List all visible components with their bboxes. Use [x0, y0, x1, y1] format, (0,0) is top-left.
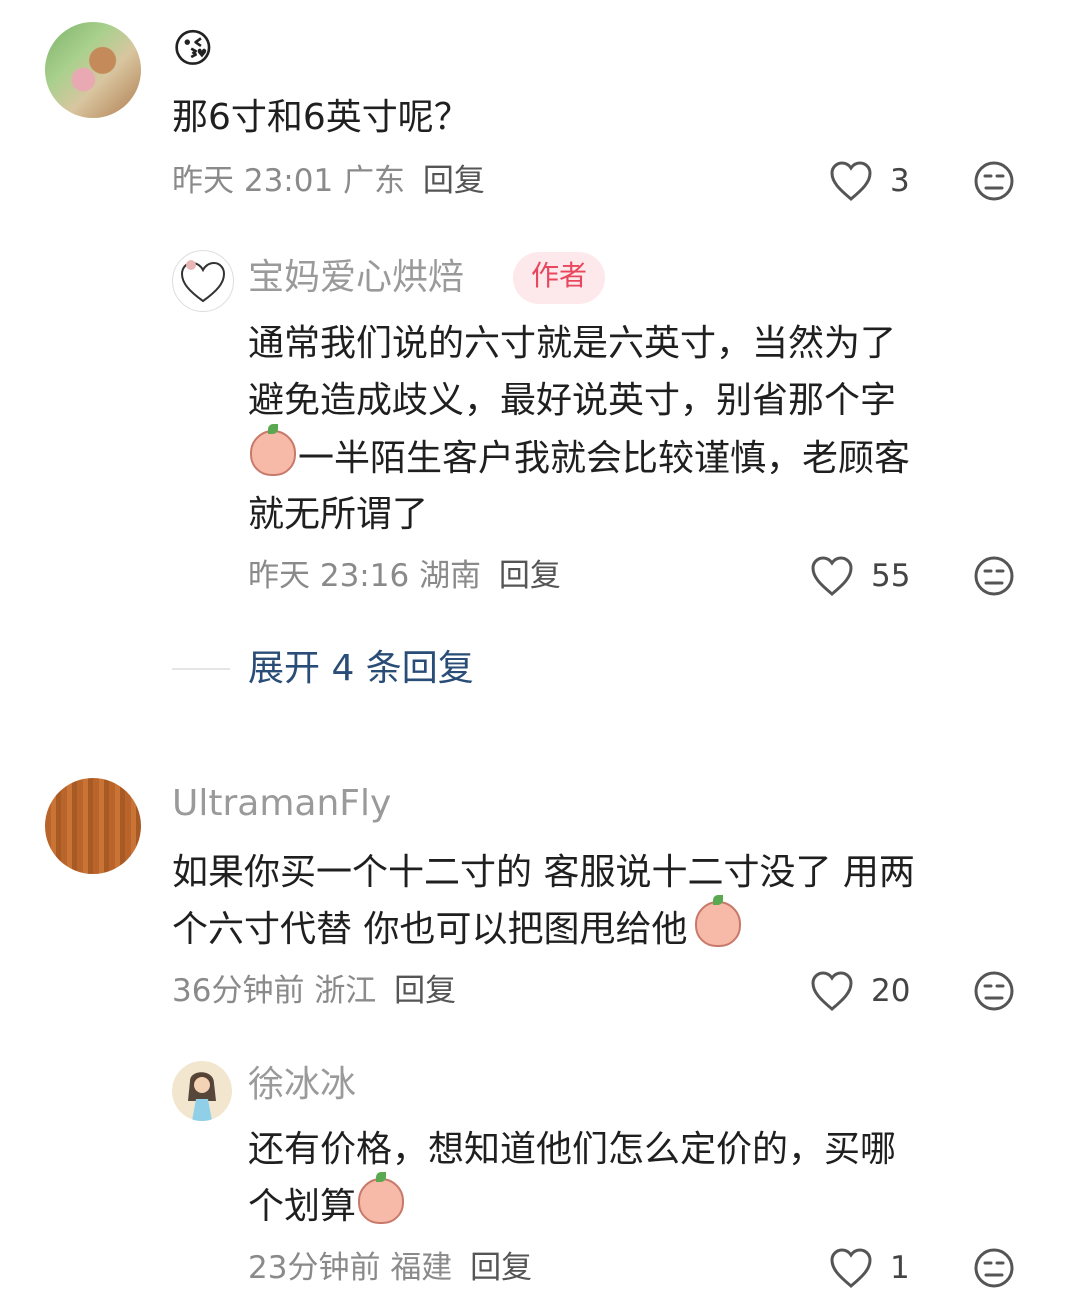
like-count: 1	[890, 1250, 910, 1286]
reply-button[interactable]: 回复	[470, 1250, 532, 1286]
dislike-button[interactable]	[973, 555, 1015, 597]
neutral-face-icon	[973, 970, 1015, 1012]
comment-text-line: 如果你买一个十二寸的 客服说十二寸没了 用两	[172, 852, 915, 893]
comment-location: 湖南	[419, 558, 482, 594]
comment-location: 福建	[390, 1250, 453, 1286]
reply-text-line: 还有价格，想知道他们怎么定价的，买哪	[248, 1129, 897, 1170]
peach-emoji-icon	[695, 895, 742, 947]
peach-emoji-icon	[358, 1172, 405, 1224]
dislike-button[interactable]	[973, 970, 1015, 1012]
comment-meta: 昨天 23:16 湖南 回复	[248, 556, 561, 596]
like-count: 55	[871, 558, 911, 594]
neutral-face-icon	[973, 555, 1015, 597]
reply-button[interactable]: 回复	[499, 558, 561, 594]
comment-meta: 昨天 23:01 广东 回复	[172, 161, 485, 201]
comment-meta: 36分钟前 浙江 回复	[172, 971, 456, 1011]
comment-time: 23分钟前	[248, 1250, 381, 1286]
peach-emoji-icon	[250, 424, 296, 476]
heart-outline-icon	[810, 970, 854, 1012]
comment-text: 那6寸和6英寸呢？	[172, 97, 470, 138]
dislike-button[interactable]	[973, 160, 1015, 202]
reply-username[interactable]: 徐冰冰	[248, 1063, 356, 1107]
comment-time: 昨天 23:01	[172, 163, 334, 199]
like-button[interactable]	[810, 555, 854, 597]
reply-username[interactable]: 宝妈爱心烘焙	[248, 256, 464, 300]
heart-outline-icon	[829, 160, 873, 202]
comment-time: 昨天 23:16	[248, 558, 410, 594]
dislike-button[interactable]	[973, 1247, 1015, 1289]
divider	[172, 668, 230, 670]
reply-text-line: 一半陌生客户我就会比较谨慎，老顾客	[248, 424, 910, 487]
comment-username[interactable]: UltramanFly	[172, 782, 391, 826]
comment-text-line: 个六寸代替 你也可以把图甩给他	[172, 895, 743, 958]
author-badge: 作者	[513, 252, 606, 304]
comment-location: 广东	[343, 163, 406, 199]
expand-replies-button[interactable]: 展开 4 条回复	[248, 647, 474, 691]
reply-text-line: 避免造成歧义，最好说英寸，别省那个字	[248, 380, 897, 421]
reply-text-line: 就无所谓了	[248, 494, 429, 535]
like-count: 3	[890, 163, 910, 199]
heart-outline-icon	[829, 1247, 873, 1289]
heart-outline-icon	[810, 555, 854, 597]
neutral-face-icon	[973, 160, 1015, 202]
avatar[interactable]	[172, 1061, 232, 1121]
avatar[interactable]	[45, 778, 141, 874]
comment-meta: 23分钟前 福建 回复	[248, 1248, 532, 1288]
reply-button[interactable]: 回复	[423, 163, 485, 199]
like-button[interactable]	[829, 1247, 873, 1289]
neutral-face-icon	[973, 1247, 1015, 1289]
reply-text-line: 通常我们说的六寸就是六英寸，当然为了	[248, 323, 897, 364]
reply-text-line: 个划算	[248, 1172, 406, 1235]
comment-time: 36分钟前	[172, 973, 305, 1009]
reply-button[interactable]: 回复	[394, 973, 456, 1009]
avatar[interactable]	[45, 22, 141, 118]
like-count: 20	[871, 973, 911, 1009]
comment-location: 浙江	[314, 973, 377, 1009]
like-button[interactable]	[810, 970, 854, 1012]
avatar[interactable]	[172, 250, 234, 312]
kiss-emoji: 😘	[172, 26, 214, 72]
